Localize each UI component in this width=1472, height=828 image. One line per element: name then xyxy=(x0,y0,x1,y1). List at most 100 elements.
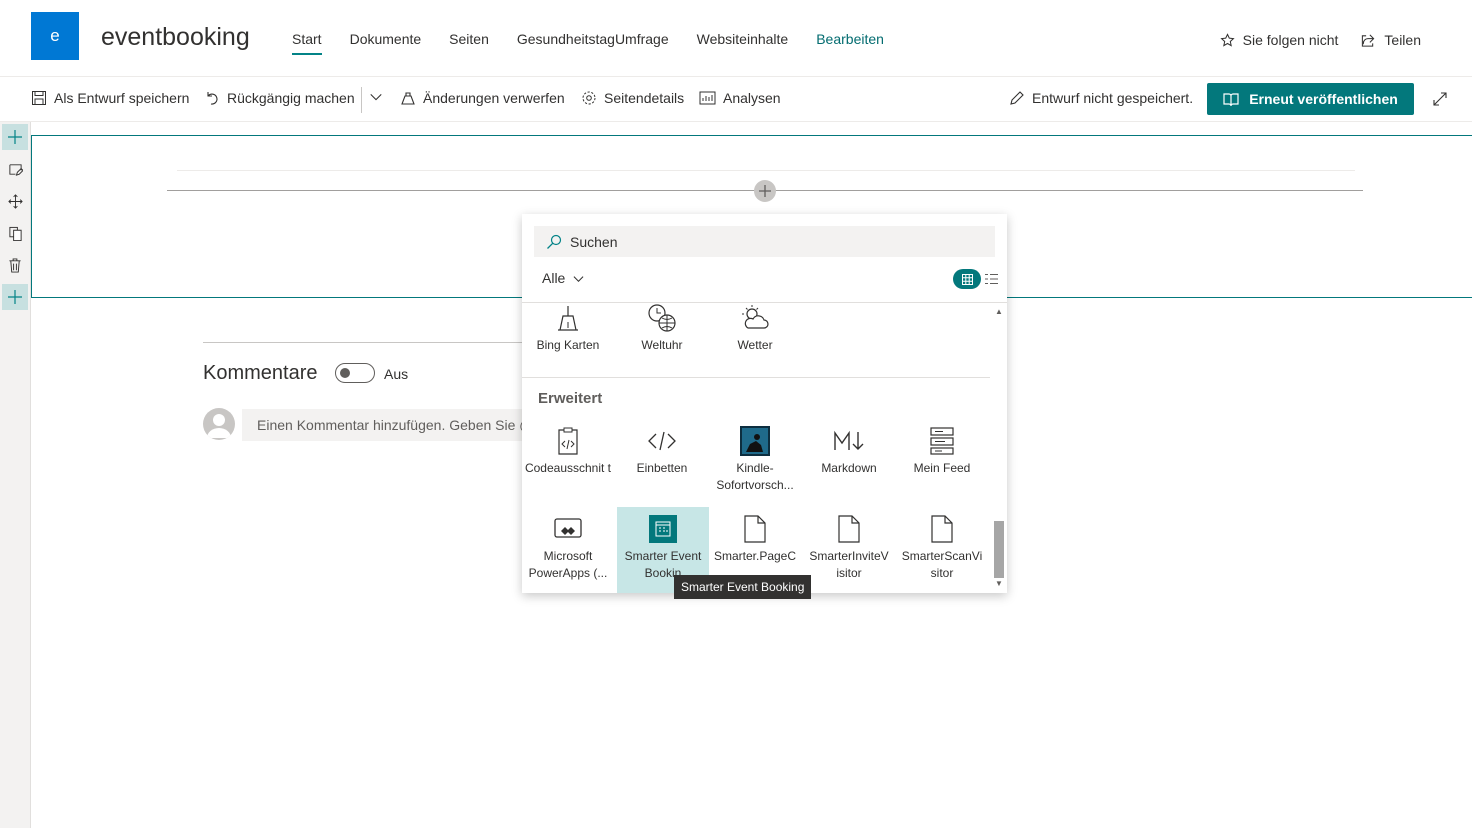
undo-button[interactable]: Rückgängig machen xyxy=(204,90,355,106)
duplicate-section-button[interactable] xyxy=(2,220,28,246)
tile-label: Wetter xyxy=(737,338,773,352)
webpart-tile-world-clock[interactable]: Weltuhr xyxy=(616,301,708,354)
toolbox-scrollbar[interactable]: ▲ ▼ xyxy=(990,303,1007,593)
share-icon xyxy=(1360,33,1376,48)
view-switcher xyxy=(953,269,998,289)
section-toolbar xyxy=(0,122,31,828)
add-webpart-button[interactable] xyxy=(754,180,776,202)
move-icon xyxy=(7,193,23,209)
webpart-tile-weather[interactable]: Wetter xyxy=(709,301,801,354)
site-logo[interactable]: e xyxy=(31,12,79,60)
share-label: Teilen xyxy=(1384,32,1421,48)
map-icon xyxy=(522,301,614,335)
draft-status-label: Entwurf nicht gespeichert. xyxy=(1032,90,1194,106)
comments-title: Kommentare xyxy=(203,362,318,384)
world-clock-icon xyxy=(616,301,708,335)
document-icon xyxy=(709,512,801,546)
add-section-below-button[interactable] xyxy=(2,284,28,310)
comments-toggle[interactable] xyxy=(335,363,375,383)
webpart-tile-powerapps[interactable]: Microsoft PowerApps (... xyxy=(522,507,614,593)
pencil-icon xyxy=(1009,90,1025,106)
webpart-tile-kindle[interactable]: Kindle-Sofortvorsch... xyxy=(709,424,801,494)
nav-item-gesundheitstag[interactable]: GesundheitstagUmfrage xyxy=(517,31,669,55)
follow-label: Sie folgen nicht xyxy=(1242,32,1339,48)
category-filter-label: Alle xyxy=(542,270,566,286)
site-header: e eventbooking Start Dokumente Seiten Ge… xyxy=(0,0,1472,77)
command-separator xyxy=(361,87,362,113)
tile-label: Smarter.PageC xyxy=(713,549,797,563)
toolbox-search-input[interactable]: Suchen xyxy=(534,226,995,257)
header-actions: Sie folgen nicht Teilen xyxy=(1220,32,1421,48)
webpart-tile-markdown[interactable]: Markdown xyxy=(803,424,895,477)
comment-input[interactable]: Einen Kommentar hinzufügen. Geben Sie @ xyxy=(242,409,523,441)
section-divider xyxy=(177,170,1355,171)
tile-label: SmarterScanVi sitor xyxy=(901,549,983,580)
save-icon xyxy=(31,90,47,106)
site-title[interactable]: eventbooking xyxy=(101,23,250,52)
gear-icon xyxy=(581,90,597,106)
delete-section-button[interactable] xyxy=(2,252,28,278)
scroll-up-icon[interactable]: ▲ xyxy=(994,307,1004,317)
markdown-icon xyxy=(803,424,895,458)
add-section-above-button[interactable] xyxy=(2,124,28,150)
webpart-tile-embed[interactable]: Einbetten xyxy=(616,424,708,477)
webpart-tile-smarter-invite-visitor[interactable]: SmarterInviteV isitor xyxy=(803,507,895,593)
nav-item-websiteinhalte[interactable]: Websiteinhalte xyxy=(697,31,789,55)
edit-section-button[interactable] xyxy=(2,156,28,182)
command-bar: Als Entwurf speichern Rückgängig machen … xyxy=(0,77,1472,122)
scrollbar-thumb[interactable] xyxy=(994,521,1004,578)
star-icon xyxy=(1220,32,1235,48)
powerapps-icon xyxy=(522,512,614,546)
page-details-button[interactable]: Seitendetails xyxy=(581,90,684,106)
analytics-button[interactable]: Analysen xyxy=(699,90,781,106)
plus-icon xyxy=(8,130,22,144)
chevron-down-icon xyxy=(573,273,584,284)
nav-item-dokumente[interactable]: Dokumente xyxy=(350,31,422,55)
list-view-button[interactable] xyxy=(985,273,998,285)
list-icon xyxy=(985,273,998,285)
follow-button[interactable]: Sie folgen nicht xyxy=(1220,32,1339,48)
share-button[interactable]: Teilen xyxy=(1360,32,1421,48)
tile-label: SmarterInviteV isitor xyxy=(809,549,889,580)
document-icon xyxy=(896,512,988,546)
edit-icon xyxy=(8,162,23,177)
expand-button[interactable] xyxy=(1432,91,1448,107)
page-details-label: Seitendetails xyxy=(604,90,685,106)
tile-label: Einbetten xyxy=(636,461,688,475)
republish-button[interactable]: Erneut veröffentlichen xyxy=(1207,83,1414,115)
webpart-tile-code-snippet[interactable]: Codeausschnit t xyxy=(522,424,614,477)
move-section-button[interactable] xyxy=(2,188,28,214)
tile-label: Microsoft PowerApps (... xyxy=(528,549,608,580)
kindle-icon xyxy=(709,424,801,458)
grid-view-button[interactable] xyxy=(953,269,981,289)
discard-label: Änderungen verwerfen xyxy=(423,90,565,106)
search-icon xyxy=(546,234,562,250)
webpart-tile-my-feed[interactable]: Mein Feed xyxy=(896,424,988,477)
nav-item-bearbeiten[interactable]: Bearbeiten xyxy=(816,31,884,55)
weather-icon xyxy=(709,301,801,335)
discard-button[interactable]: Änderungen verwerfen xyxy=(400,90,565,106)
undo-icon xyxy=(204,90,220,106)
toolbox-section-separator xyxy=(522,377,990,378)
analytics-icon xyxy=(699,90,716,106)
tile-label: Markdown xyxy=(821,461,877,475)
webpart-tile-bing-maps[interactable]: Bing Karten xyxy=(522,301,614,354)
embed-icon xyxy=(616,424,708,458)
nav-item-seiten[interactable]: Seiten xyxy=(449,31,489,55)
search-placeholder: Suchen xyxy=(570,233,618,250)
scroll-down-icon[interactable]: ▼ xyxy=(994,579,1004,589)
tile-label: Codeausschnit t xyxy=(524,461,612,475)
discard-icon xyxy=(400,90,416,106)
republish-label: Erneut veröffentlichen xyxy=(1249,91,1398,107)
webpart-toolbox: Suchen Alle Bing Karten Weltuhr Wetter E… xyxy=(522,214,1007,593)
site-nav: Start Dokumente Seiten GesundheitstagUmf… xyxy=(292,31,884,55)
chevron-down-icon xyxy=(369,90,383,104)
nav-item-start[interactable]: Start xyxy=(292,31,322,55)
category-filter-dropdown[interactable]: Alle xyxy=(542,270,584,286)
event-booking-icon xyxy=(617,512,709,546)
draft-status: Entwurf nicht gespeichert. xyxy=(1009,90,1193,106)
undo-label: Rückgängig machen xyxy=(227,90,355,106)
webpart-tile-smarter-scan-visitor[interactable]: SmarterScanVi sitor xyxy=(896,507,988,593)
save-draft-button[interactable]: Als Entwurf speichern xyxy=(31,90,189,106)
undo-dropdown-button[interactable] xyxy=(369,90,383,104)
